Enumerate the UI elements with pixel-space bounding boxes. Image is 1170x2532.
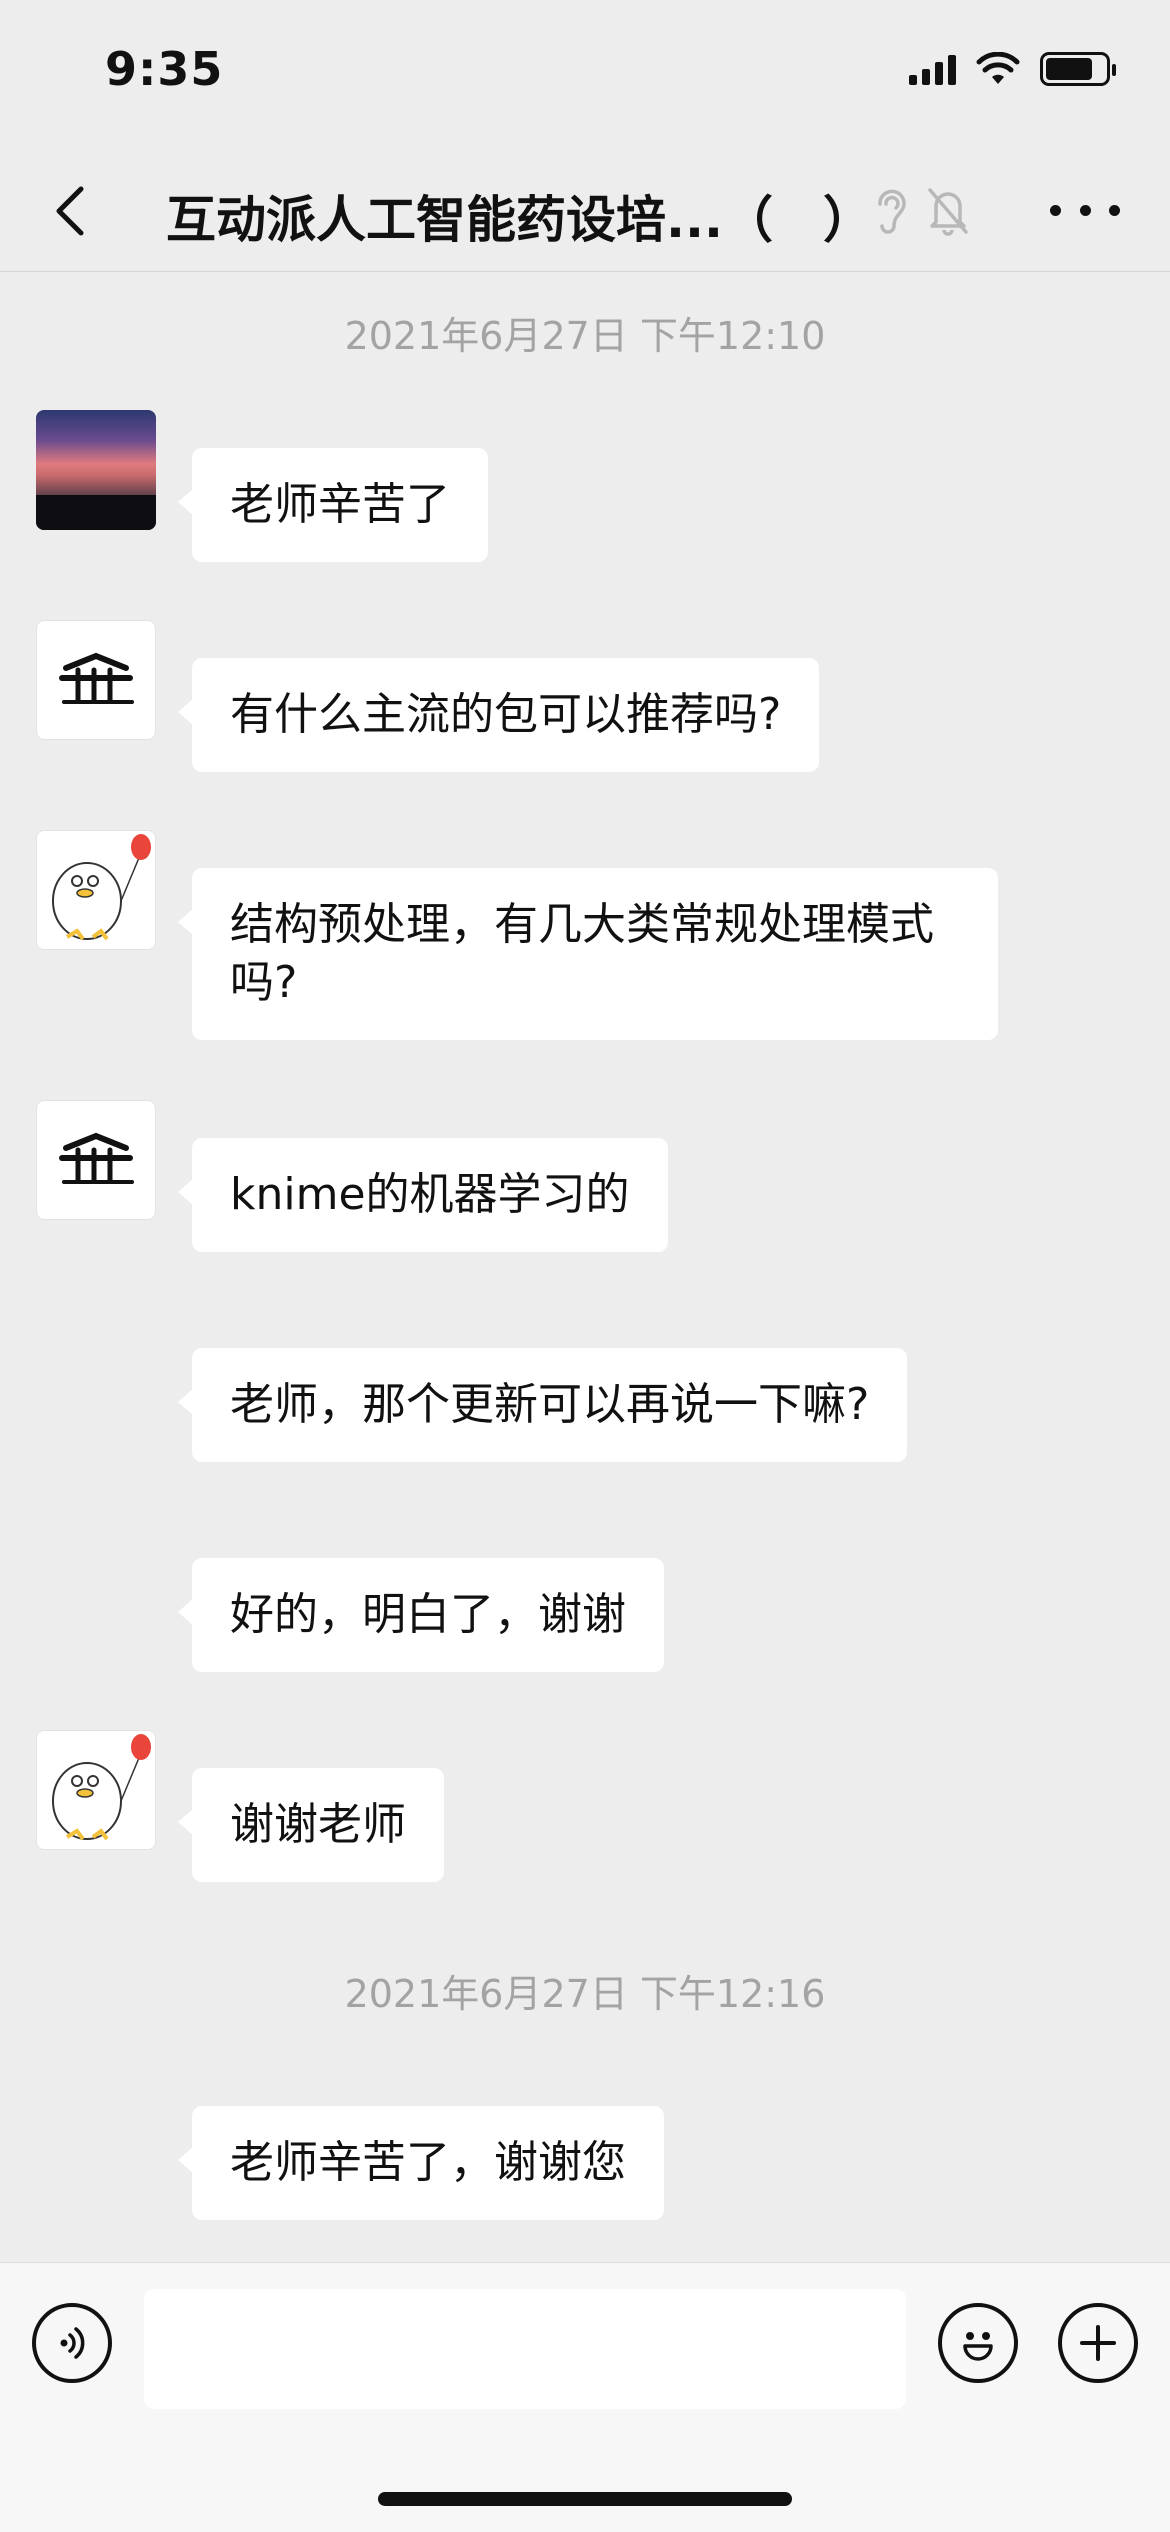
message-input[interactable] xyxy=(144,2289,906,2409)
wifi-icon xyxy=(976,52,1020,84)
chat-header: 互动派人工智能药设培...（ ） xyxy=(0,150,1170,272)
message-bubble[interactable]: knime的机器学习的 xyxy=(178,1138,668,1252)
ear-icon xyxy=(878,189,906,234)
mute-bell-icon xyxy=(928,188,968,236)
chat-title: 互动派人工智能药设培...（ ） xyxy=(166,191,873,249)
back-button[interactable] xyxy=(40,176,100,246)
message-bubble[interactable]: 好的，明白了，谢谢 xyxy=(178,1558,664,1672)
chevron-left-icon xyxy=(56,186,84,236)
duck-balloon-icon xyxy=(52,1734,151,1841)
status-time: 9:35 xyxy=(105,42,224,96)
message-bubble[interactable]: 有什么主流的包可以推荐吗? xyxy=(177,658,820,772)
message-bubble[interactable]: 谢谢老师 xyxy=(178,1768,444,1882)
message-bubble[interactable]: 老师，那个更新可以再说一下嘛? xyxy=(177,1348,908,1462)
battery-icon xyxy=(1040,52,1116,86)
plus-icon xyxy=(1080,2325,1116,2361)
voice-icon xyxy=(60,2327,85,2359)
calligraphy-logo-icon xyxy=(59,652,134,704)
status-bar: 9:35 xyxy=(0,0,1170,150)
message-bubble[interactable]: 老师辛苦了 xyxy=(178,448,488,562)
message-bubble[interactable]: 老师辛苦了，谢谢您 xyxy=(178,2106,664,2220)
voice-button[interactable] xyxy=(32,2303,112,2383)
calligraphy-logo-icon xyxy=(59,1132,134,1184)
emoji-icon xyxy=(963,2332,993,2361)
home-indicator xyxy=(378,2492,792,2506)
avatar[interactable] xyxy=(36,1730,156,1850)
message-timestamp: 2021年6月27日 下午12:10 xyxy=(344,314,826,358)
more-functions-button[interactable] xyxy=(1058,2303,1138,2383)
duck-balloon-icon xyxy=(52,834,151,941)
avatar[interactable] xyxy=(36,1100,156,1220)
cellular-signal-icon xyxy=(909,53,956,85)
avatar[interactable] xyxy=(36,620,156,740)
message-timestamp: 2021年6月27日 下午12:16 xyxy=(344,1972,826,2016)
emoji-button[interactable] xyxy=(938,2303,1018,2383)
more-dots-icon xyxy=(1050,204,1061,216)
avatar[interactable] xyxy=(36,830,156,950)
message-bubble[interactable]: 结构预处理，有几大类常规处理模式吗? xyxy=(178,868,998,1040)
more-options-button[interactable] xyxy=(1050,190,1120,230)
avatar[interactable] xyxy=(36,410,156,530)
